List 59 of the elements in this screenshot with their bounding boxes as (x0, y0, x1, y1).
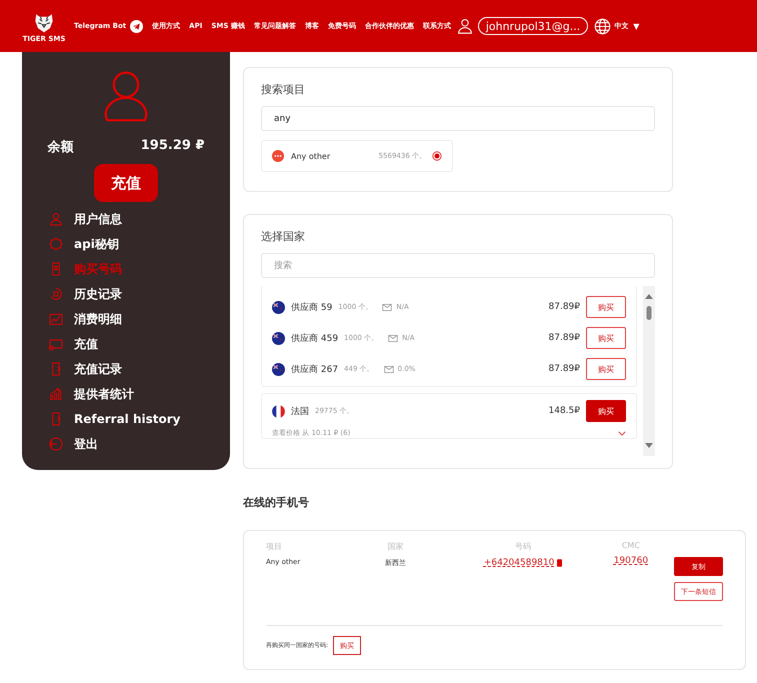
copy-icon[interactable] (557, 559, 562, 567)
radio-button[interactable] (432, 151, 442, 161)
flag-icon (272, 332, 285, 344)
more-dots-icon (272, 150, 284, 162)
telegram-icon (130, 20, 144, 32)
buy-button[interactable]: 购买 (586, 327, 626, 349)
menu-item-icon (48, 386, 64, 402)
menu-item-icon (48, 436, 64, 452)
menu-item-icon (48, 311, 64, 327)
flag-icon (272, 362, 285, 376)
flag-icon (272, 404, 285, 418)
service-name: Any other (291, 152, 330, 160)
sidebar-menu-item[interactable]: 历史记录 (74, 286, 122, 302)
buy-button[interactable]: 购买 (586, 400, 626, 422)
price: 87.89₽ (548, 302, 580, 312)
envelope-icon (382, 304, 392, 310)
buy-button[interactable]: 购买 (586, 296, 626, 318)
sidebar-menu-item[interactable]: 充值 (74, 336, 98, 352)
flag-icon (272, 300, 285, 314)
user-icon[interactable] (456, 18, 473, 34)
buy-button[interactable]: 购买 (586, 358, 626, 380)
globe-icon[interactable] (594, 18, 612, 34)
sidebar-menu-item[interactable]: 登出 (74, 436, 98, 452)
sidebar-menu-item[interactable]: Referral history (74, 412, 180, 426)
section-title: 选择国家 (261, 229, 306, 244)
envelope-icon (384, 366, 394, 372)
sidebar-menu-item[interactable]: 充值记录 (74, 360, 122, 378)
sidebar-menu-item[interactable]: 提供者统计 (74, 386, 134, 402)
column-header: CMC (622, 541, 640, 550)
country-search-field[interactable]: 搜索 (261, 253, 655, 278)
country-name: 法国 (291, 406, 309, 418)
column-header: 国家 (387, 541, 404, 552)
price: 87.89₽ (548, 364, 580, 374)
caret-icon[interactable]: ▼ (633, 22, 640, 30)
sidebar-menu-item[interactable]: 消费明细 (74, 310, 122, 328)
sidebar-menu-item[interactable]: 用户信息 (74, 210, 122, 228)
provider-name: 供应商 267 (291, 364, 338, 376)
menu-item-icon (48, 211, 64, 227)
scrollbar[interactable] (643, 286, 655, 456)
column-header: 号码 (515, 541, 532, 552)
account-button[interactable]: johnrupol31@g... (478, 17, 588, 35)
provider-name: 供应商 459 (291, 332, 338, 344)
menu-item-icon (48, 236, 64, 252)
price: 87.89₽ (548, 333, 580, 343)
balance-value: 195.29 ₽ (140, 138, 204, 155)
top-up-button[interactable]: 充值 (94, 164, 158, 202)
envelope-icon (388, 334, 398, 342)
service-search-field[interactable]: any (261, 106, 655, 131)
chevron-down-icon[interactable] (618, 430, 626, 436)
sidebar-menu-item[interactable]: api秘钥 (74, 236, 119, 252)
section-title: 搜索项目 (261, 82, 306, 97)
phone-number-link[interactable]: +64204589810 (484, 558, 554, 568)
section-title: 在线的手机号 (243, 495, 310, 510)
price: 148.5₽ (548, 406, 580, 416)
menu-item-icon (48, 286, 64, 302)
balance-label: 余额 (48, 138, 74, 156)
sms-code-link[interactable]: 190760 (614, 556, 648, 566)
provider-name: 供应商 59 (291, 302, 332, 314)
column-header: 项目 (266, 541, 283, 552)
